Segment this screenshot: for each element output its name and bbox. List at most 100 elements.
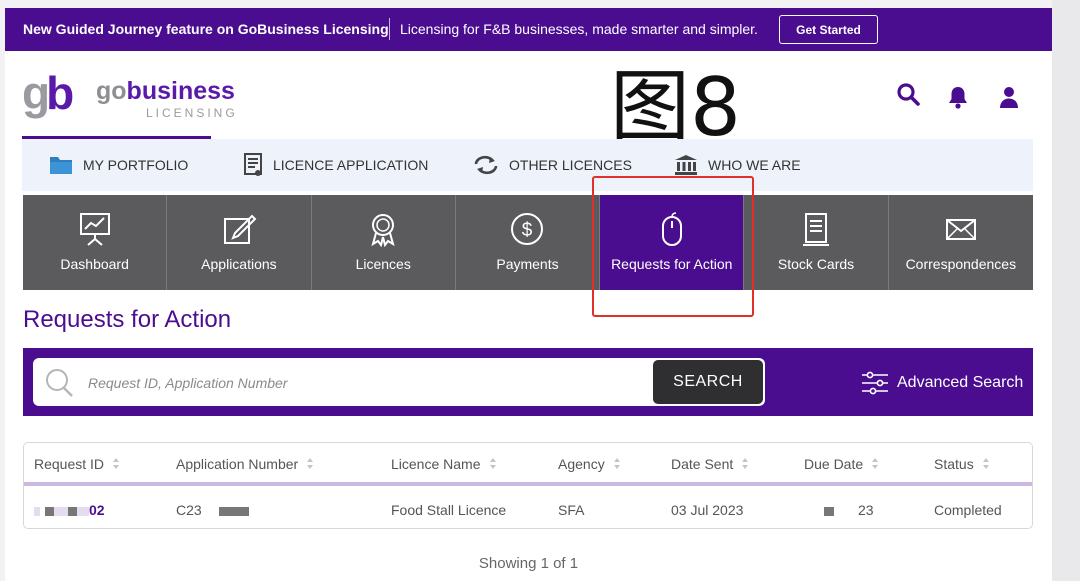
column-header-label: Date Sent [671, 456, 734, 472]
bank-icon [675, 155, 697, 175]
requests-table: Request ID Application Number Licence Na… [23, 442, 1033, 529]
logo-licensing: LICENSING [146, 106, 238, 120]
cell-request-id[interactable]: 02 [34, 502, 105, 518]
subnav-label: WHO WE ARE [708, 157, 801, 173]
tile-label: Applications [201, 256, 277, 272]
column-header-licence-name[interactable]: Licence Name [391, 456, 497, 472]
logo-mark-g: g [22, 67, 50, 119]
sort-icon [872, 458, 879, 470]
column-header-label: Licence Name [391, 456, 481, 472]
redaction-mark [77, 506, 89, 516]
redaction-mark [54, 506, 68, 516]
bell-icon[interactable] [945, 84, 971, 110]
column-header-date-sent[interactable]: Date Sent [671, 456, 749, 472]
banner-title: New Guided Journey feature on GoBusiness… [23, 21, 389, 37]
mouse-icon [661, 212, 682, 246]
column-header-label: Status [934, 456, 974, 472]
redaction-mark [218, 506, 249, 516]
banner-subtitle: Licensing for F&B businesses, made smart… [400, 21, 758, 37]
application-number-prefix: C23 [176, 502, 202, 518]
column-header-label: Application Number [176, 456, 299, 472]
column-header-label: Due Date [804, 456, 864, 472]
cell-licence-name: Food Stall Licence [391, 502, 507, 518]
redaction-mark [68, 506, 77, 516]
tile-dashboard[interactable]: Dashboard [23, 195, 168, 290]
form-icon [244, 153, 262, 176]
sort-icon [489, 458, 497, 470]
tile-stock-cards[interactable]: Stock Cards [744, 195, 889, 290]
redaction-mark [824, 506, 834, 516]
banner-divider [389, 18, 390, 40]
sort-icon [613, 458, 621, 470]
column-header-status[interactable]: Status [934, 456, 990, 472]
search-input[interactable] [88, 370, 648, 396]
advanced-search-label: Advanced Search [897, 374, 1024, 391]
column-header-request-id[interactable]: Request ID [34, 456, 120, 472]
cell-agency: SFA [558, 502, 585, 518]
edit-icon [223, 214, 257, 244]
sort-icon [742, 458, 749, 470]
search-button[interactable]: SEARCH [653, 360, 763, 404]
column-header-label: Agency [558, 456, 605, 472]
sliders-icon [862, 371, 888, 395]
sort-icon [307, 458, 314, 470]
page: New Guided Journey feature on GoBusiness… [5, 8, 1052, 581]
envelope-icon [945, 219, 976, 240]
sort-icon [113, 458, 120, 470]
logo-mark-b: b [46, 67, 74, 119]
subnav-label: LICENCE APPLICATION [273, 157, 429, 173]
page-title: Requests for Action [23, 306, 232, 333]
document-icon [803, 213, 830, 246]
tile-label: Licences [355, 256, 411, 272]
tile-label: Correspondences [905, 256, 1017, 272]
subnav-who-we-are[interactable]: WHO WE ARE [674, 153, 801, 177]
redaction-mark [34, 506, 40, 516]
page-scrollbar-gutter [1052, 0, 1080, 581]
tile-label: Stock Cards [777, 256, 855, 272]
gobusiness-logo[interactable]: gb gobusiness LICENSING [22, 70, 242, 122]
search-icon[interactable] [895, 82, 921, 108]
dollar-icon: $ [511, 213, 544, 245]
presentation-chart-icon [79, 213, 110, 246]
tile-label: Dashboard [60, 256, 129, 272]
redaction-mark [45, 506, 54, 516]
pagination-summary: Showing 1 of 1 [478, 555, 579, 572]
column-header-application-number[interactable]: Application Number [176, 456, 314, 472]
cell-status: Completed [934, 502, 1002, 518]
sort-icon [982, 458, 990, 470]
column-header-label: Request ID [34, 456, 105, 472]
logo-mark: gb [22, 67, 74, 119]
folder-icon [50, 157, 72, 174]
main-nav-tiles: Dashboard Applications Licences $ Paymen… [23, 195, 1033, 290]
get-started-button[interactable]: Get Started [779, 15, 878, 44]
announcement-banner: New Guided Journey feature on GoBusiness… [5, 8, 1052, 51]
column-header-due-date[interactable]: Due Date [804, 456, 879, 472]
tile-correspondences[interactable]: Correspondences [888, 195, 1033, 290]
award-icon [371, 214, 395, 247]
search-box: SEARCH [33, 358, 765, 406]
tile-requests-for-action[interactable]: Requests for Action [600, 195, 745, 290]
subnav-label: MY PORTFOLIO [83, 157, 189, 173]
logo-word-business: business [126, 77, 235, 105]
subnav-my-portfolio[interactable]: MY PORTFOLIO [49, 153, 188, 177]
subnav-licence-application[interactable]: LICENCE APPLICATION [243, 153, 428, 177]
subnav-other-licences[interactable]: OTHER LICENCES [473, 153, 632, 177]
logo-wordmark: gobusiness [96, 78, 235, 104]
tile-label: Requests for Action [611, 256, 733, 272]
tile-licences[interactable]: Licences [311, 195, 456, 290]
search-bar: SEARCH Advanced Search [23, 348, 1033, 416]
cell-application-number: C23 [176, 502, 249, 518]
table-row[interactable]: 02 C23 Food Stall Licence SFA 03 Jul 202… [24, 490, 1032, 528]
user-icon[interactable] [996, 84, 1022, 110]
secondary-nav: MY PORTFOLIO LICENCE APPLICATION OTHER L… [22, 139, 1033, 191]
search-icon [46, 369, 73, 397]
svg-text:$: $ [522, 220, 533, 241]
tile-payments[interactable]: $ Payments [455, 195, 601, 290]
advanced-search-link[interactable]: Advanced Search [861, 371, 1024, 395]
cell-date-sent: 03 Jul 2023 [671, 502, 744, 518]
column-header-agency[interactable]: Agency [558, 456, 621, 472]
request-id-suffix: 02 [89, 502, 105, 518]
tile-applications[interactable]: Applications [167, 195, 312, 290]
tile-label: Payments [496, 256, 559, 272]
logo-word-go: go [96, 77, 127, 105]
